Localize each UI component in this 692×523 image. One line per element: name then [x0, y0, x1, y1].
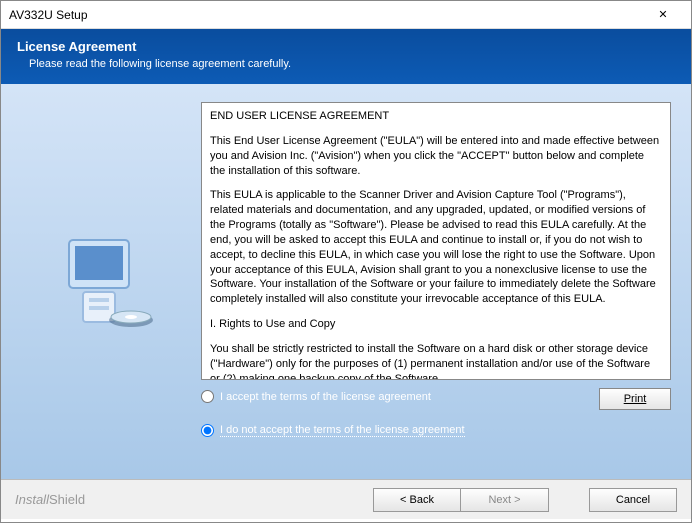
accept-option-row: I accept the terms of the license agreem… — [201, 390, 599, 403]
close-button[interactable]: ✕ — [643, 2, 683, 28]
decline-option-row: I do not accept the terms of the license… — [201, 424, 671, 437]
decline-label[interactable]: I do not accept the terms of the license… — [220, 424, 465, 437]
header-banner: License Agreement Please read the follow… — [1, 29, 691, 84]
eula-textbox[interactable]: END USER LICENSE AGREEMENT This End User… — [201, 102, 671, 380]
titlebar: AV332U Setup ✕ — [1, 1, 691, 29]
installshield-brand: InstallShield — [15, 492, 373, 507]
page-title: License Agreement — [17, 39, 675, 54]
eula-section-heading: I. Rights to Use and Copy — [210, 317, 662, 332]
computer-icon — [41, 222, 161, 342]
cancel-button[interactable]: Cancel — [589, 488, 677, 512]
window-title: AV332U Setup — [9, 8, 643, 22]
eula-paragraph: This End User License Agreement ("EULA")… — [210, 134, 662, 179]
page-subtitle: Please read the following license agreem… — [17, 58, 675, 70]
main-column: END USER LICENSE AGREEMENT This End User… — [201, 84, 691, 479]
nav-button-group: < Back Next > — [373, 488, 549, 512]
close-icon: ✕ — [658, 8, 667, 21]
footer-bar: InstallShield < Back Next > Cancel — [1, 479, 691, 519]
next-button[interactable]: Next > — [461, 488, 549, 512]
content-area: END USER LICENSE AGREEMENT This End User… — [1, 84, 691, 479]
eula-paragraph: This EULA is applicable to the Scanner D… — [210, 188, 662, 307]
print-button[interactable]: Print — [599, 388, 671, 410]
accept-label[interactable]: I accept the terms of the license agreem… — [220, 391, 431, 403]
sidebar-graphic — [1, 84, 201, 479]
decline-radio[interactable] — [201, 424, 214, 437]
accept-radio[interactable] — [201, 390, 214, 403]
eula-paragraph: You shall be strictly restricted to inst… — [210, 342, 662, 380]
back-button[interactable]: < Back — [373, 488, 461, 512]
eula-heading: END USER LICENSE AGREEMENT — [210, 109, 662, 124]
